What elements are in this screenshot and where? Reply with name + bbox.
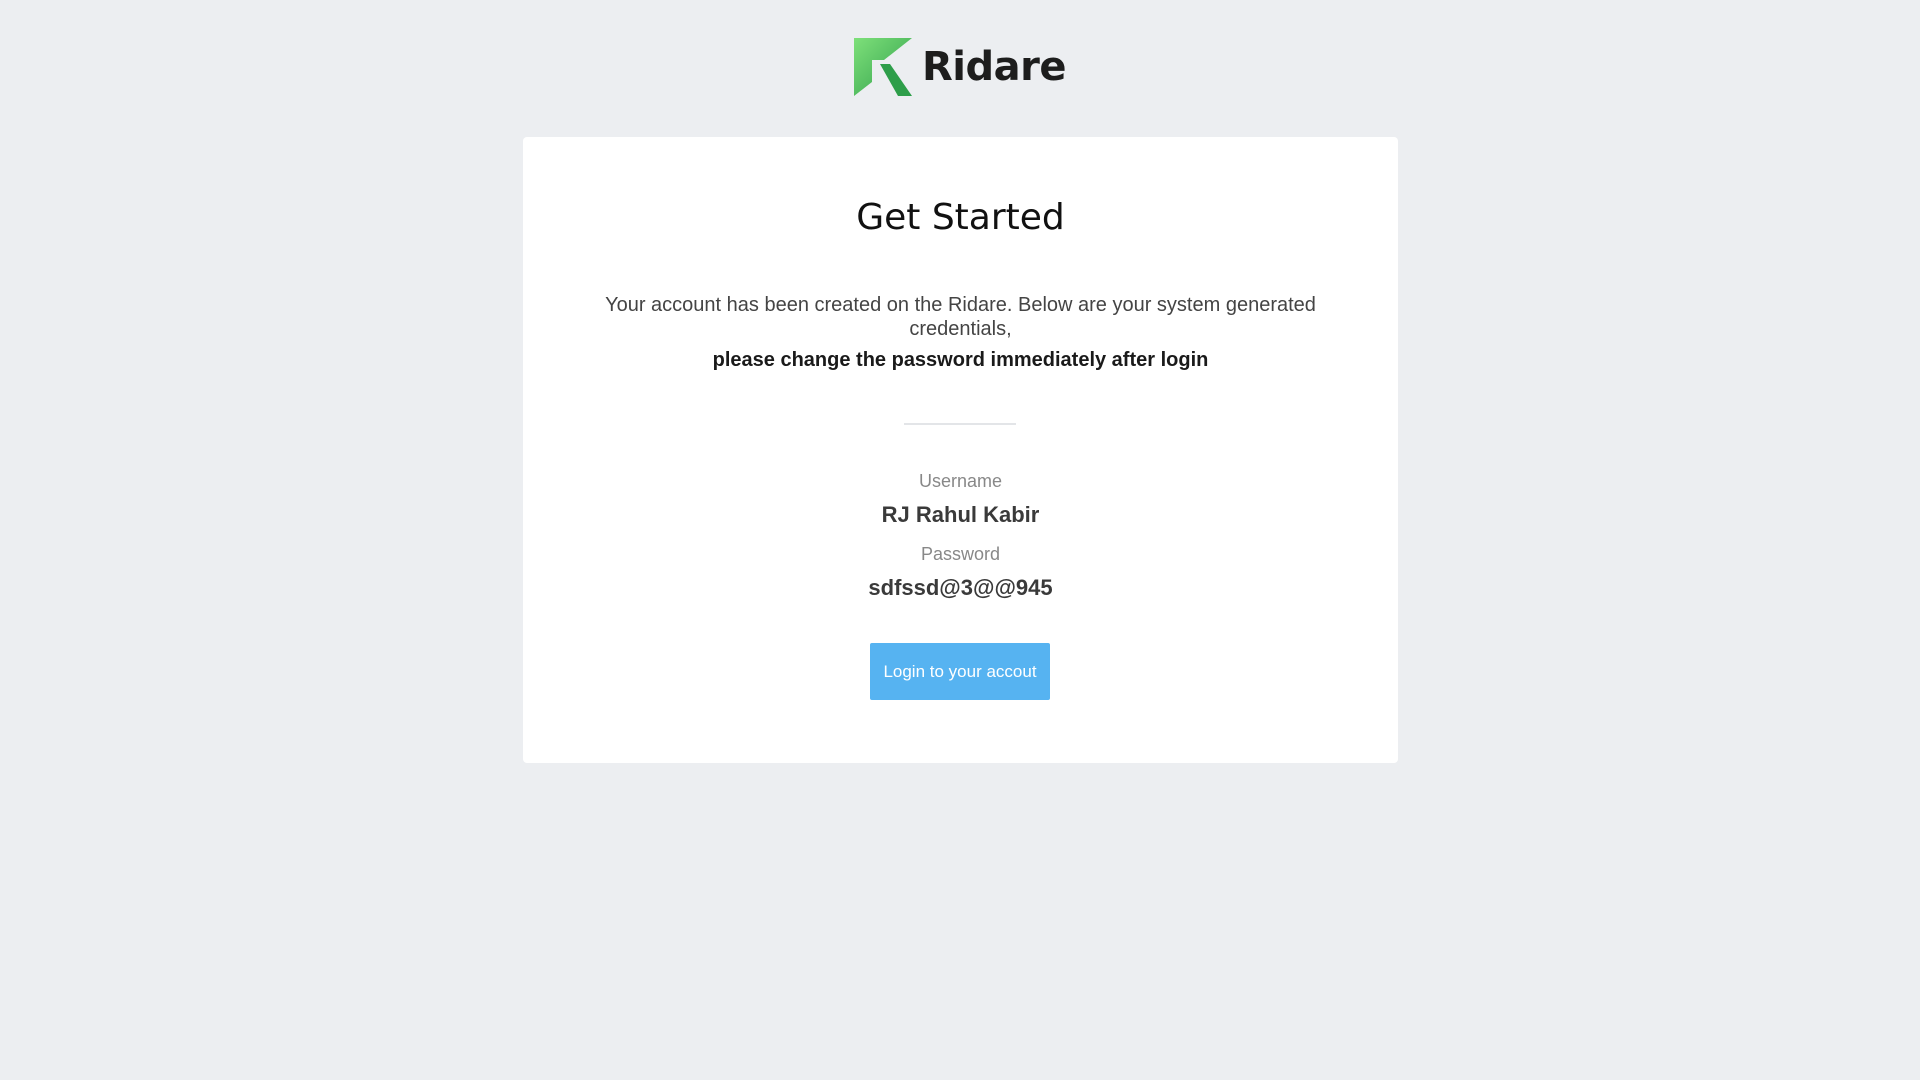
brand-name: Ridare: [922, 44, 1067, 90]
password-warning: please change the password immediately a…: [712, 349, 1209, 371]
brand-header: Ridare: [0, 38, 1920, 96]
page-title: Get Started: [856, 197, 1065, 238]
password-value: sdfssd@3@@945: [868, 575, 1053, 600]
ridare-logo-icon: [854, 38, 912, 96]
page: Ridare Get Started Your account has been…: [0, 0, 1920, 1080]
credentials-card: Get Started Your account has been create…: [523, 137, 1398, 763]
username-label: Username: [918, 471, 1003, 491]
login-button[interactable]: Login to your accout: [870, 643, 1050, 700]
username-value: RJ Rahul Kabir: [881, 502, 1040, 527]
intro-text: Your account has been created on the Rid…: [605, 294, 1316, 340]
brand-logo: Ridare: [854, 38, 1067, 96]
password-label: Password: [920, 544, 1001, 564]
divider: [904, 423, 1016, 425]
